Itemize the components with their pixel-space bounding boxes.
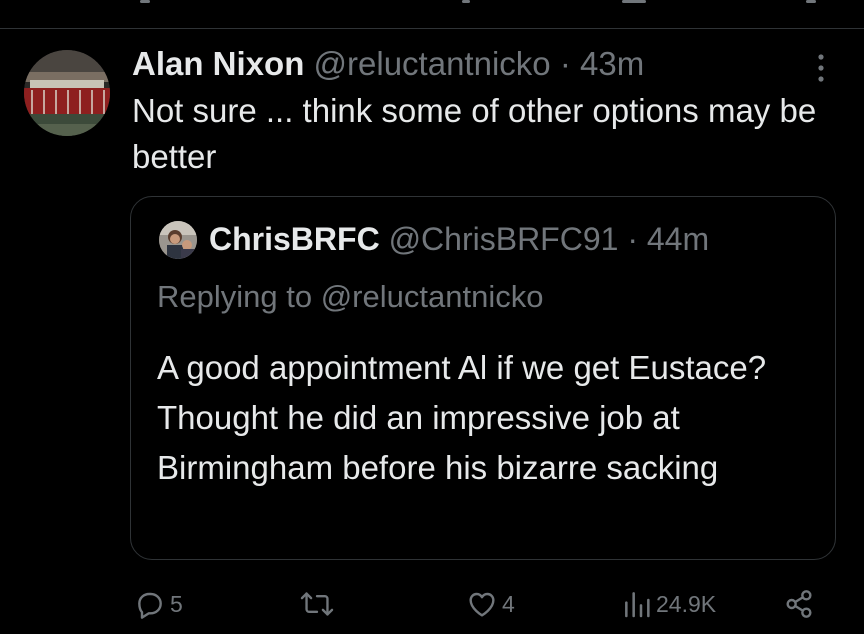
author-avatar[interactable] bbox=[24, 50, 110, 136]
views-icon bbox=[622, 588, 652, 620]
reply-button[interactable]: 5 bbox=[134, 582, 183, 626]
separator-dot: · bbox=[559, 45, 571, 82]
tweet-text: Not sure ... think some of other options… bbox=[132, 92, 817, 175]
views-count: 24.9K bbox=[656, 590, 717, 617]
like-button[interactable]: 4 bbox=[466, 582, 515, 626]
divider bbox=[0, 28, 864, 29]
quoted-tweet-text: A good appointment Al if we get Eustace?… bbox=[157, 349, 767, 486]
previous-tweet-remnant bbox=[0, 0, 864, 8]
like-count: 4 bbox=[502, 590, 515, 617]
replying-to-label: Replying to @reluctantnicko bbox=[157, 279, 544, 314]
more-vertical-icon[interactable] bbox=[806, 50, 836, 86]
heart-icon bbox=[466, 588, 498, 620]
share-icon bbox=[782, 588, 816, 620]
reply-count: 5 bbox=[170, 590, 183, 617]
retweet-button[interactable] bbox=[300, 582, 338, 626]
share-button[interactable] bbox=[782, 582, 816, 626]
tweet-action-bar: 5 4 24.9K bbox=[0, 582, 864, 626]
reply-icon bbox=[134, 588, 166, 620]
views-button[interactable]: 24.9K bbox=[622, 582, 716, 626]
retweet-icon bbox=[300, 588, 334, 620]
author-handle[interactable]: @reluctantnicko bbox=[314, 45, 551, 82]
quoted-tweet-header: ChrisBRFC @ChrisBRFC91 · 44m bbox=[209, 219, 709, 259]
quoted-author-avatar[interactable] bbox=[159, 221, 197, 259]
quoted-author-name[interactable]: ChrisBRFC bbox=[209, 221, 380, 257]
tweet-timestamp[interactable]: 43m bbox=[580, 45, 644, 82]
separator-dot: · bbox=[627, 221, 638, 257]
tweet-header: Alan Nixon @reluctantnicko · 43m bbox=[132, 44, 644, 84]
quoted-tweet-card[interactable]: ChrisBRFC @ChrisBRFC91 · 44m Replying to… bbox=[130, 196, 836, 560]
quoted-tweet-timestamp[interactable]: 44m bbox=[647, 221, 709, 257]
quoted-author-handle[interactable]: @ChrisBRFC91 bbox=[389, 221, 619, 257]
author-name[interactable]: Alan Nixon bbox=[132, 45, 304, 82]
